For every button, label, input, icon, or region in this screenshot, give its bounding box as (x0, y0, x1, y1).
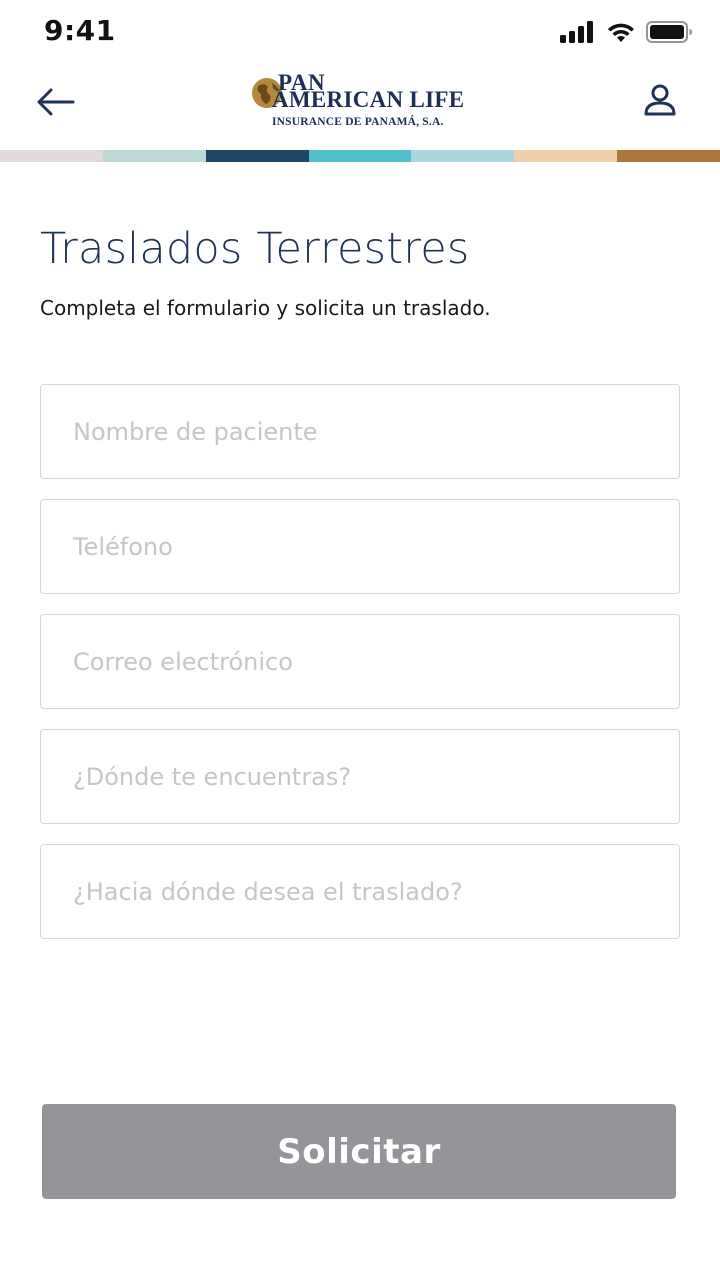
profile-button[interactable] (640, 80, 680, 124)
status-time: 9:41 (44, 14, 116, 47)
app-header: PAN AMERICAN LIFE INSURANCE DE PANAMÁ, S… (0, 64, 720, 150)
current-location-field (40, 729, 680, 824)
stripe-segment (205, 150, 309, 162)
email-input[interactable] (41, 615, 679, 708)
logo-line-3: INSURANCE DE PANAMÁ, S.A. (272, 116, 444, 128)
stripe-segment (514, 150, 618, 162)
stripe-segment (102, 150, 206, 162)
brand-color-stripe (0, 150, 720, 162)
company-logo: PAN AMERICAN LIFE INSURANCE DE PANAMÁ, S… (248, 70, 478, 134)
email-field (40, 614, 680, 709)
user-icon (643, 83, 677, 121)
stripe-segment (0, 150, 103, 162)
back-button[interactable] (30, 82, 80, 126)
wifi-icon (606, 20, 636, 48)
cellular-signal-icon (560, 20, 596, 48)
arrow-left-icon (35, 87, 75, 121)
phone-field (40, 499, 680, 594)
transfer-request-form (40, 384, 680, 959)
page-subtitle: Completa el formulario y solicita un tra… (40, 296, 491, 320)
battery-icon (646, 20, 694, 48)
logo-line-2: AMERICAN LIFE (272, 87, 465, 112)
current-location-input[interactable] (41, 730, 679, 823)
stripe-segment (411, 150, 515, 162)
patient-name-input[interactable] (41, 385, 679, 478)
phone-input[interactable] (41, 500, 679, 593)
destination-field (40, 844, 680, 939)
stripe-segment (308, 150, 412, 162)
page-title: Traslados Terrestres (40, 224, 470, 274)
patient-name-field (40, 384, 680, 479)
destination-input[interactable] (41, 845, 679, 938)
stripe-segment (617, 150, 720, 162)
status-icons (560, 20, 694, 48)
submit-button[interactable]: Solicitar (42, 1104, 676, 1199)
status-bar: 9:41 (0, 0, 720, 64)
